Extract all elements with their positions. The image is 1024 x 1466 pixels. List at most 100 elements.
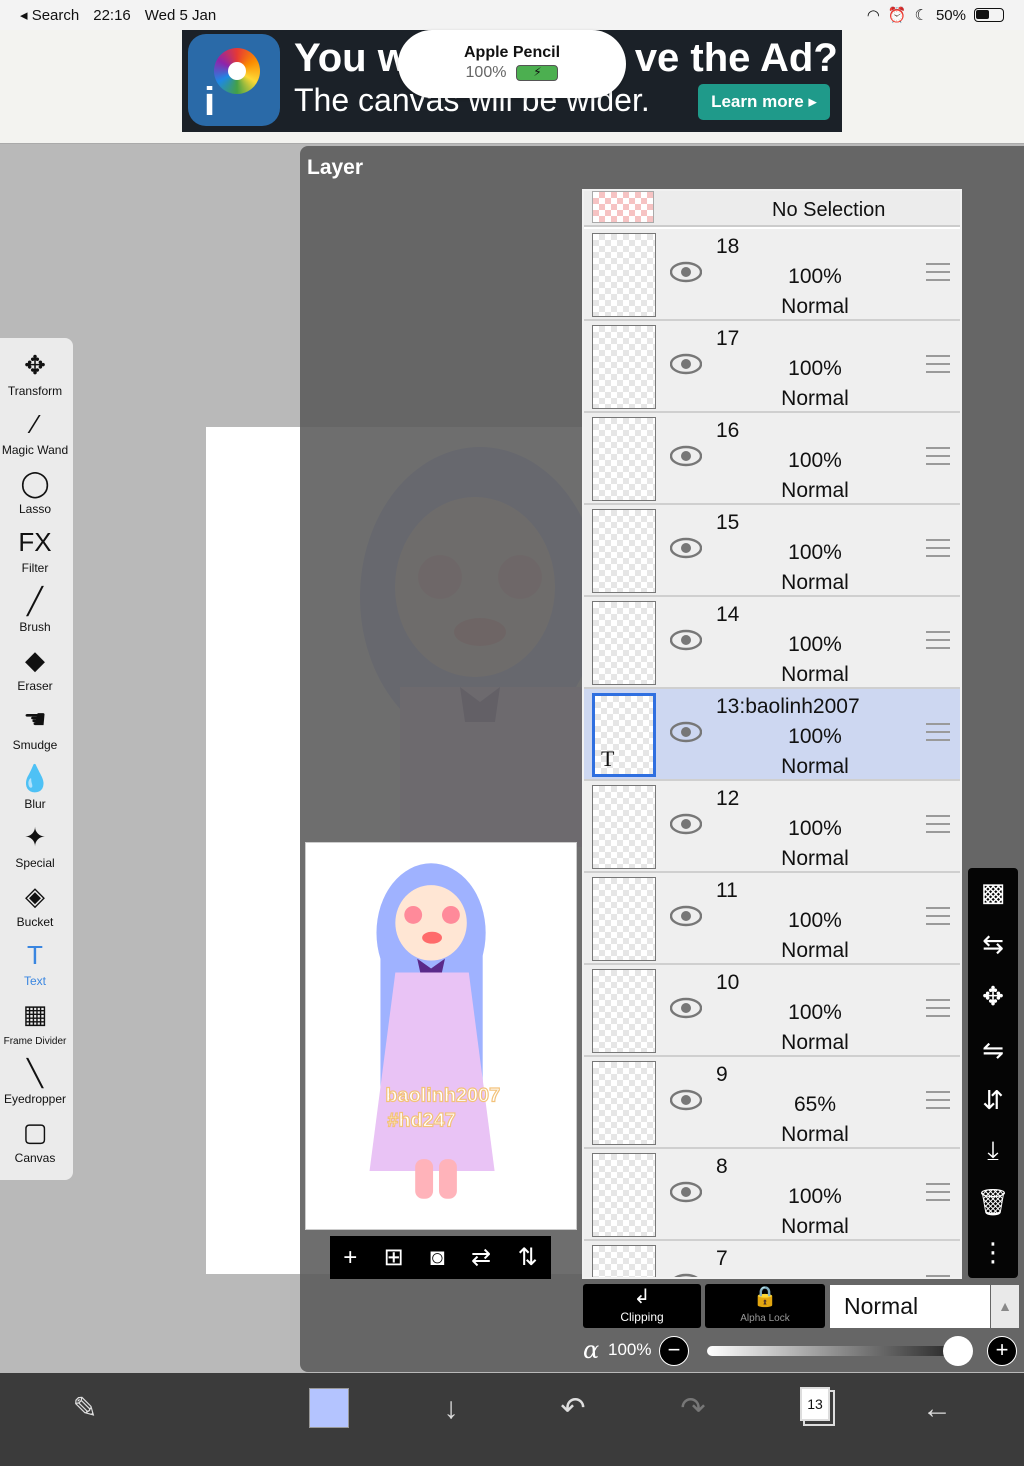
layer-blend-mode: Normal: [781, 387, 849, 410]
layer-row[interactable]: 7: [584, 1241, 960, 1279]
tool-frame-divider[interactable]: ▦ Frame Divider: [0, 997, 70, 1047]
drag-handle-icon[interactable]: [926, 1183, 950, 1201]
tool-canvas[interactable]: ▢ Canvas: [0, 1115, 70, 1165]
tool-label: Lasso: [18, 502, 52, 516]
layer-opacity: 100%: [788, 449, 842, 472]
drag-handle-icon[interactable]: [926, 631, 950, 649]
battery-percent: 50%: [935, 6, 966, 24]
undo-icon[interactable]: ↶: [548, 1387, 598, 1431]
layer-row[interactable]: 17 100% Normal: [584, 321, 960, 413]
drag-handle-icon[interactable]: [926, 1275, 950, 1277]
drag-handle-icon[interactable]: [926, 447, 950, 465]
flip-vertical-icon[interactable]: ⇅: [518, 1243, 538, 1272]
drag-handle-icon[interactable]: [926, 907, 950, 925]
opacity-decrease-button[interactable]: −: [659, 1336, 689, 1366]
more-options-icon[interactable]: ⋮: [968, 1232, 1018, 1272]
layer-row[interactable]: 16 100% Normal: [584, 413, 960, 505]
tool-filter[interactable]: FX Filter: [0, 525, 70, 575]
tool-eraser[interactable]: ◆ Eraser: [0, 643, 70, 693]
special-icon: ✦: [24, 822, 46, 852]
layer-row[interactable]: 15 100% Normal: [584, 505, 960, 597]
tool-magic-wand[interactable]: ⁄ Magic Wand: [0, 407, 70, 457]
tool-text[interactable]: T Text: [0, 938, 70, 988]
back-to-search-link[interactable]: ◂ Search: [20, 6, 79, 24]
tool-label: Frame Divider: [3, 1036, 67, 1047]
tool-blur[interactable]: 💧 Blur: [0, 761, 70, 811]
opacity-increase-button[interactable]: +: [987, 1336, 1017, 1366]
quick-tools-icon[interactable]: ✎: [60, 1387, 110, 1431]
layer-opacity: 100%: [788, 909, 842, 932]
tool-label: Transform: [7, 384, 63, 398]
layer-blend-mode: Normal: [781, 1123, 849, 1146]
layer-opacity: 100%: [788, 265, 842, 288]
pencil-title: Apple Pencil: [463, 44, 561, 61]
tool-bucket[interactable]: ◈ Bucket: [0, 879, 70, 929]
current-color-swatch[interactable]: [309, 1388, 349, 1428]
alpha-symbol: α: [583, 1336, 600, 1364]
layer-row[interactable]: 10 100% Normal: [584, 965, 960, 1057]
learn-more-button[interactable]: Learn more ▸: [698, 84, 830, 120]
add-special-layer-icon[interactable]: ⊞: [384, 1243, 404, 1272]
tool-lasso[interactable]: ◯ Lasso: [0, 466, 70, 516]
flip-layer-vertical-icon[interactable]: ⇵: [968, 1080, 1018, 1120]
tool-label: Smudge: [12, 738, 58, 752]
layer-panel-title: Layer: [307, 156, 364, 179]
download-arrow-icon[interactable]: ↓: [426, 1387, 476, 1431]
tool-label: Text: [23, 974, 46, 988]
merge-down-icon[interactable]: ⤓: [968, 1130, 1018, 1170]
pencil-percent: 100%: [465, 64, 507, 81]
layer-row[interactable]: 14 100% Normal: [584, 597, 960, 689]
clipping-button[interactable]: ↲ Clipping: [583, 1284, 701, 1328]
blend-mode-select[interactable]: Normal: [830, 1285, 990, 1328]
canvas-preview[interactable]: baolinh2007 #hd247: [305, 842, 577, 1230]
drag-handle-icon[interactable]: [926, 263, 950, 281]
flip-layer-horizontal-icon[interactable]: ⇋: [968, 1030, 1018, 1070]
magic-wand-icon: ⁄: [32, 409, 38, 439]
layer-opacity: 100%: [788, 1185, 842, 1208]
tool-eyedropper[interactable]: ╲ Eyedropper: [0, 1056, 70, 1106]
opacity-slider-knob[interactable]: [943, 1336, 973, 1366]
tool-label: Eraser: [17, 679, 53, 693]
tool-sidebar: ✥ Transform ⁄ Magic Wand ◯ Lasso FX Filter ╱ Brus…: [0, 338, 73, 1180]
drag-handle-icon[interactable]: [926, 999, 950, 1017]
selection-thumbnail: [592, 191, 654, 223]
camera-import-icon[interactable]: ◙: [430, 1244, 445, 1272]
layer-row[interactable]: 12 100% Normal: [584, 781, 960, 873]
drag-handle-icon[interactable]: [926, 723, 950, 741]
layer-name: 17: [716, 327, 740, 350]
tool-label: Brush: [19, 620, 51, 634]
ibispaint-logo-icon: i: [188, 34, 280, 126]
tool-transform[interactable]: ✥ Transform: [0, 348, 70, 398]
drag-handle-icon[interactable]: [926, 355, 950, 373]
layer-row[interactable]: 8 100% Normal: [584, 1149, 960, 1241]
layer-row[interactable]: 11 100% Normal: [584, 873, 960, 965]
move-layer-icon[interactable]: ✥: [968, 976, 1018, 1016]
blend-mode-arrow-icon[interactable]: ▲: [991, 1285, 1019, 1328]
layer-row[interactable]: 18 100% Normal: [584, 229, 960, 321]
clipping-arrow-icon: ↲: [633, 1286, 651, 1308]
tool-smudge[interactable]: ☚ Smudge: [0, 702, 70, 752]
layers-button[interactable]: 13: [800, 1387, 830, 1421]
back-arrow-icon[interactable]: ←: [912, 1387, 962, 1431]
drag-handle-icon[interactable]: [926, 815, 950, 833]
drag-handle-icon[interactable]: [926, 539, 950, 557]
visibility-eye-icon[interactable]: [670, 1273, 702, 1279]
layer-list[interactable]: No Selection 18 100% Normal 17 100% Normal 16 1…: [582, 189, 962, 1279]
alpha-lock-button[interactable]: 🔒 Alpha Lock: [705, 1284, 825, 1328]
tool-special[interactable]: ✦ Special: [0, 820, 70, 870]
redo-icon[interactable]: ↷: [668, 1387, 718, 1431]
layer-row[interactable]: T 13:baolinh2007 100% Normal: [584, 689, 960, 781]
smudge-icon: ☚: [23, 704, 47, 734]
layer-name: 15: [716, 511, 740, 534]
layer-row[interactable]: 9 65% Normal: [584, 1057, 960, 1149]
opacity-slider[interactable]: [707, 1346, 961, 1356]
transparent-background-icon[interactable]: ▩: [968, 872, 1018, 912]
delete-layer-icon[interactable]: 🗑: [968, 1182, 1018, 1222]
add-layer-icon[interactable]: +: [343, 1244, 357, 1272]
no-selection-row[interactable]: No Selection: [584, 191, 960, 227]
layer-swap-icon[interactable]: ⇆: [968, 924, 1018, 964]
layer-opacity: 65%: [793, 1093, 837, 1116]
tool-brush[interactable]: ╱ Brush: [0, 584, 70, 634]
drag-handle-icon[interactable]: [926, 1091, 950, 1109]
flip-horizontal-icon[interactable]: ⇄: [471, 1243, 491, 1272]
